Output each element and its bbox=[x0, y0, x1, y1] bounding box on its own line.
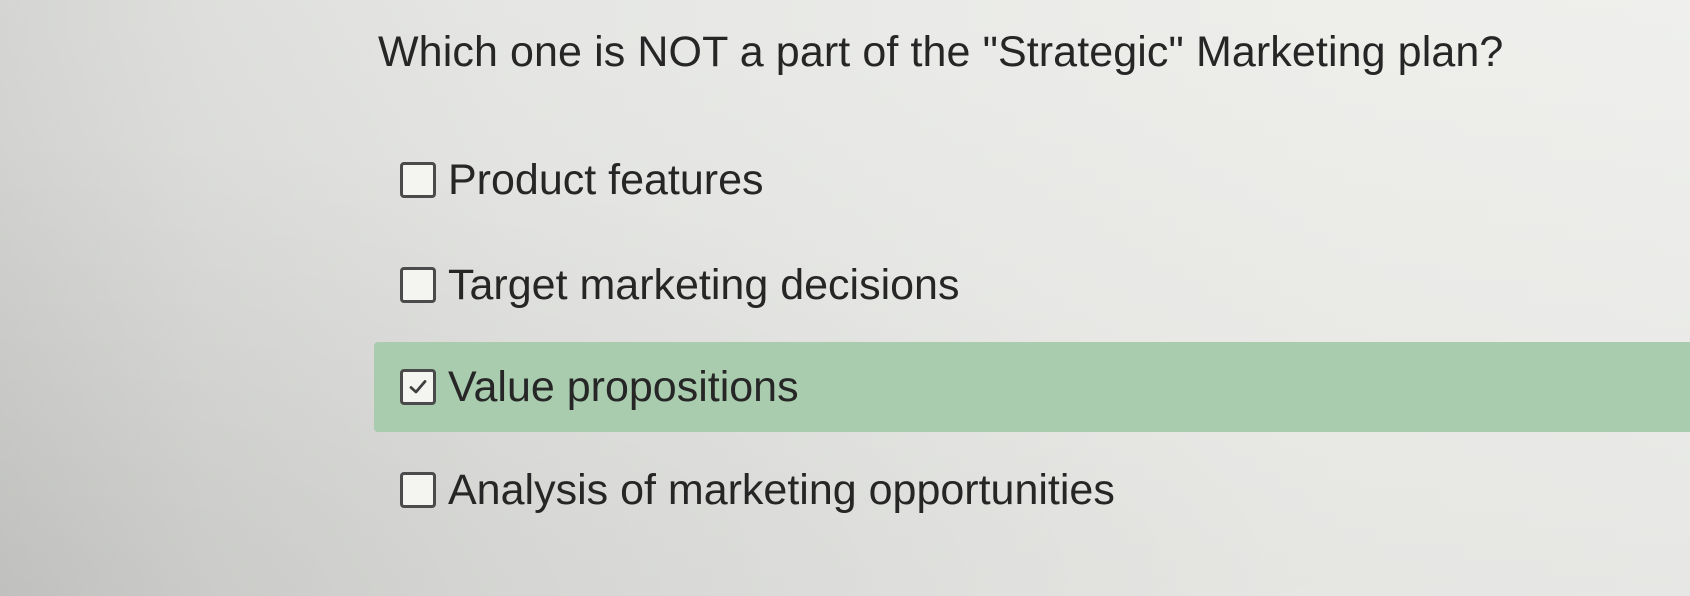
option-label: Target marketing decisions bbox=[448, 260, 960, 309]
checkbox-unchecked[interactable] bbox=[400, 472, 436, 508]
option-target-marketing-decisions[interactable]: Target marketing decisions bbox=[374, 240, 959, 330]
checkbox-unchecked[interactable] bbox=[400, 162, 436, 198]
option-analysis-of-marketing-opportunities[interactable]: Analysis of marketing opportunities bbox=[374, 445, 1115, 535]
option-product-features[interactable]: Product features bbox=[374, 135, 764, 225]
option-label: Analysis of marketing opportunities bbox=[448, 465, 1115, 514]
checkmark-icon bbox=[409, 380, 427, 394]
question-text: Which one is NOT a part of the "Strategi… bbox=[378, 28, 1504, 76]
checkbox-unchecked[interactable] bbox=[400, 267, 436, 303]
option-value-propositions[interactable]: Value propositions bbox=[374, 342, 1690, 432]
checkbox-checked[interactable] bbox=[400, 369, 436, 405]
option-label: Product features bbox=[448, 155, 764, 204]
option-label: Value propositions bbox=[448, 362, 799, 411]
quiz-screen: Which one is NOT a part of the "Strategi… bbox=[0, 0, 1690, 596]
